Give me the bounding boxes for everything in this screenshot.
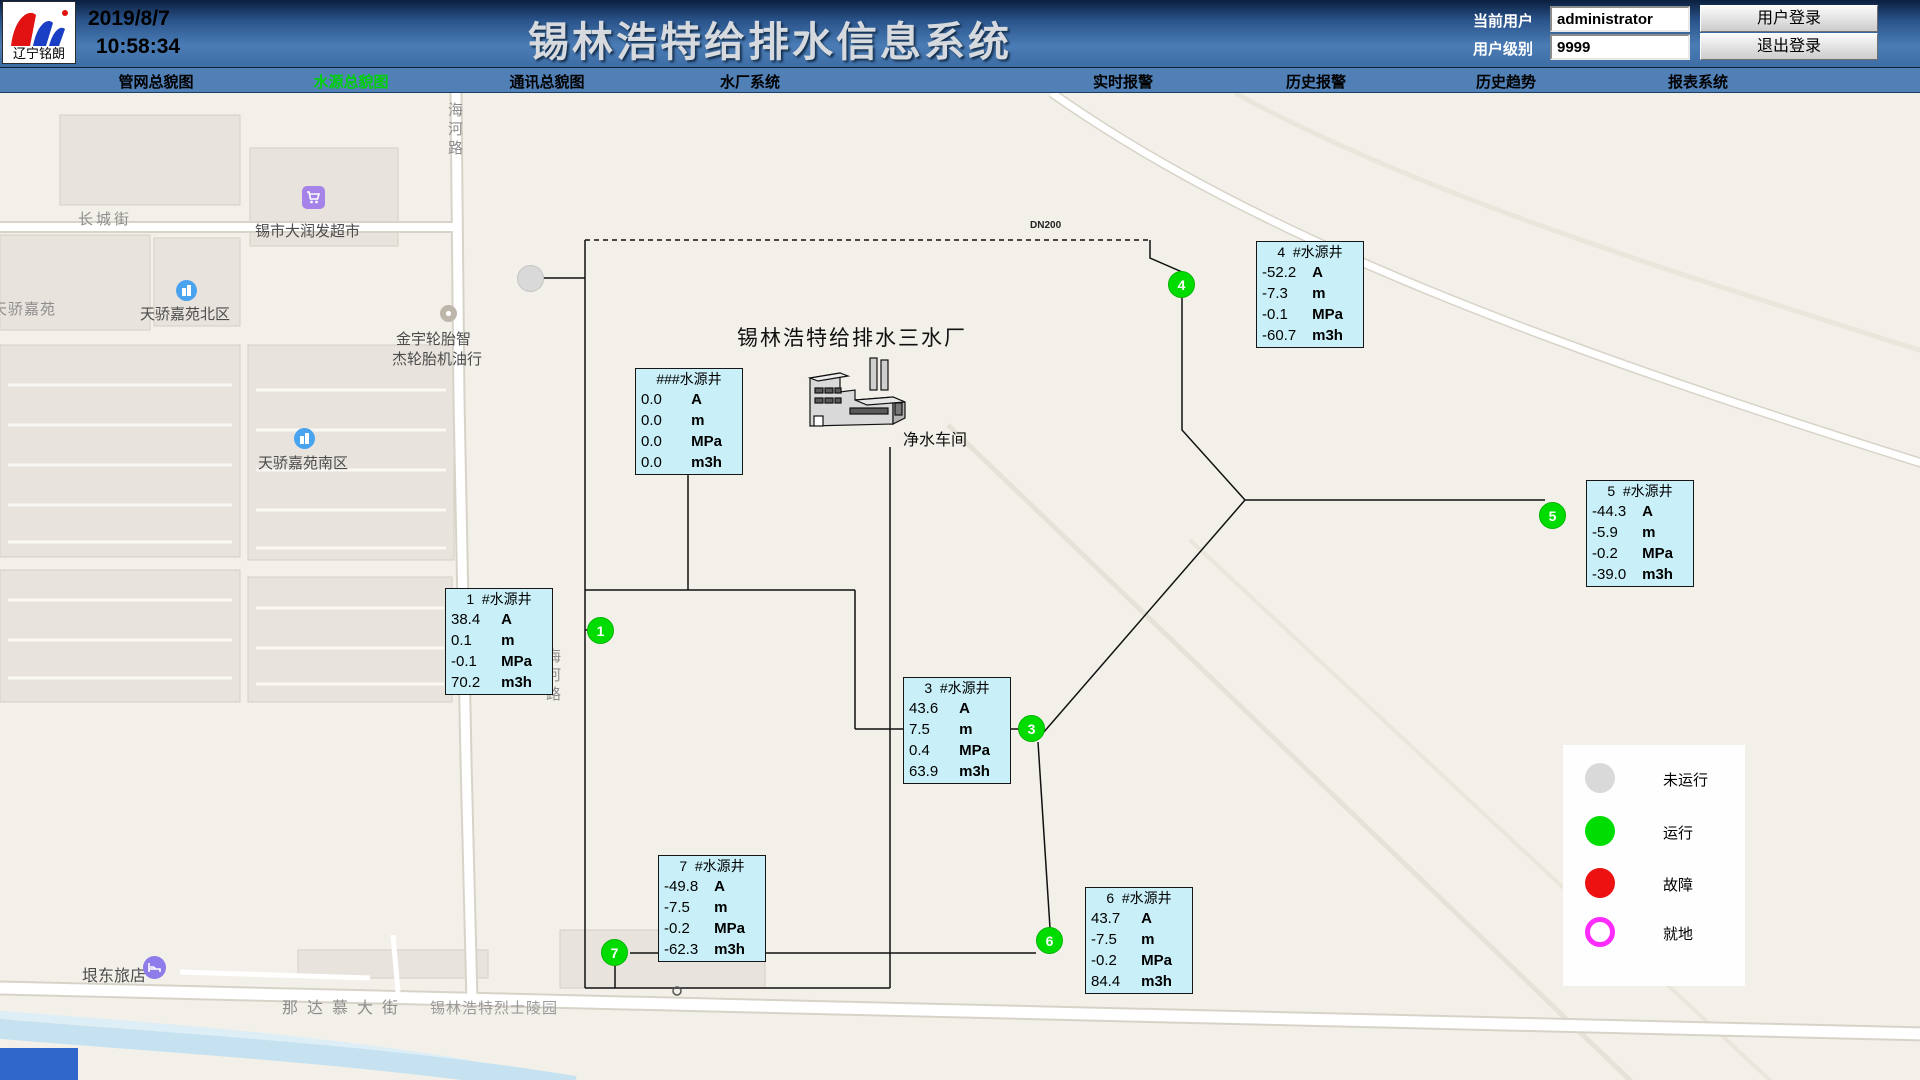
poi-label-tireshop-1: 金宇轮胎智 [396,328,471,349]
app-window: 长城街 天骄嘉苑 海河路 海河路 那达慕大街 锡林浩特烈士陵园 锡市大润发超市 … [0,0,1920,1080]
nav-water-source-overview[interactable]: 水源总貌图 [313,71,388,92]
header-bar: 辽宁铭朗 2019/8/7 10:58:34 锡林浩特给排水信息系统 当前用户 … [0,0,1920,67]
login-button[interactable]: 用户登录 [1700,5,1878,32]
current-user-label: 当前用户 [1473,10,1543,31]
user-level-field[interactable] [1550,34,1690,60]
nav-bar: 管网总貌图 水源总貌图 通讯总貌图 水厂系统 实时报警 历史报警 历史趋势 报表… [0,67,1920,93]
legend-running-icon [1585,816,1615,846]
well-marker-3[interactable]: 3 [1018,715,1045,742]
well-box-3: 3 #水源井 43.6A 7.5m 0.4MPa 63.9m3h [903,677,1011,784]
legend-running-label: 运行 [1663,822,1693,843]
poi-label-tianjiao-north: 天骄嘉苑北区 [140,303,230,324]
nav-comm-overview[interactable]: 通讯总貌图 [509,71,584,92]
shopping-icon [302,186,325,209]
legend-local-label: 就地 [1663,923,1693,944]
legend-local-icon [1585,917,1615,947]
legend-fault-icon [1585,868,1615,898]
logo-swoosh-icon [3,2,75,48]
nav-history-trend[interactable]: 历史趋势 [1476,71,1536,92]
page-title: 锡林浩特给排水信息系统 [528,8,1012,68]
area-label-cemetery: 锡林浩特烈士陵园 [430,997,558,1018]
well-box-1: 1 #水源井 38.4A 0.1m -0.1MPa 70.2m3h [445,588,553,695]
date-text: 2019/8/7 [88,5,180,33]
plant-title: 锡林浩特给排水三水厂 [737,322,967,352]
street-label-haihe-top: 海河路 [444,102,465,159]
datetime-display: 2019/8/7 10:58:34 [88,5,180,61]
logo-text: 辽宁铭朗 [3,43,75,62]
logout-button[interactable]: 退出登录 [1700,33,1878,60]
well-box-4: 4 #水源井 -52.2A -7.3m -0.1MPa -60.7m3h [1256,241,1364,348]
plant-workshop-label: 净水车间 [903,426,967,450]
poi-label-hotel: 垠东旅店 [82,962,146,986]
well-marker-4[interactable]: 4 [1168,271,1195,298]
legend-fault-label: 故障 [1663,874,1693,895]
poi-label-supermarket: 锡市大润发超市 [255,220,360,241]
street-label-changcheng: 长城街 [78,208,132,229]
poi-label-tireshop-2: 杰轮胎机油行 [392,348,482,369]
residence-north-icon [176,280,197,301]
area-label-tianjiao: 天骄嘉苑 [0,298,56,319]
nav-plant-system[interactable]: 水厂系统 [720,71,780,92]
user-level-label: 用户级别 [1473,38,1543,59]
well-marker-7[interactable]: 7 [601,939,628,966]
pipe-label-dn200: DN200 [1030,220,1061,231]
time-text: 10:58:34 [88,33,180,61]
company-logo: 辽宁铭朗 [2,1,76,64]
well-box-unassigned: ###水源井 0.0A 0.0m 0.0MPa 0.0m3h [635,368,743,475]
well-box-7: 7 #水源井 -49.8A -7.5m -0.2MPa -62.3m3h [658,855,766,962]
well-box-6: 6 #水源井 43.7A -7.5m -0.2MPa 84.4m3h [1085,887,1193,994]
nav-realtime-alarm[interactable]: 实时报警 [1093,71,1153,92]
current-user-field[interactable] [1550,6,1690,32]
well-marker-6[interactable]: 6 [1036,927,1063,954]
nav-pipe-network-overview[interactable]: 管网总貌图 [118,71,193,92]
well-marker-5[interactable]: 5 [1539,502,1566,529]
hotel-icon [143,956,166,979]
nav-history-alarm[interactable]: 历史报警 [1286,71,1346,92]
legend-idle-icon [1585,763,1615,793]
well-marker-idle[interactable] [517,265,544,292]
residence-south-icon [294,428,315,449]
well-marker-1[interactable]: 1 [587,617,614,644]
tireshop-pin-icon [440,305,457,322]
legend-idle-label: 未运行 [1663,769,1708,790]
status-legend: 未运行 运行 故障 就地 [1563,745,1745,986]
well-box-5: 5 #水源井 -44.3A -5.9m -0.2MPa -39.0m3h [1586,480,1694,587]
poi-label-tianjiao-south: 天骄嘉苑南区 [258,452,348,473]
street-label-nadamu: 那达慕大街 [282,994,407,1018]
nav-report-system[interactable]: 报表系统 [1668,71,1728,92]
